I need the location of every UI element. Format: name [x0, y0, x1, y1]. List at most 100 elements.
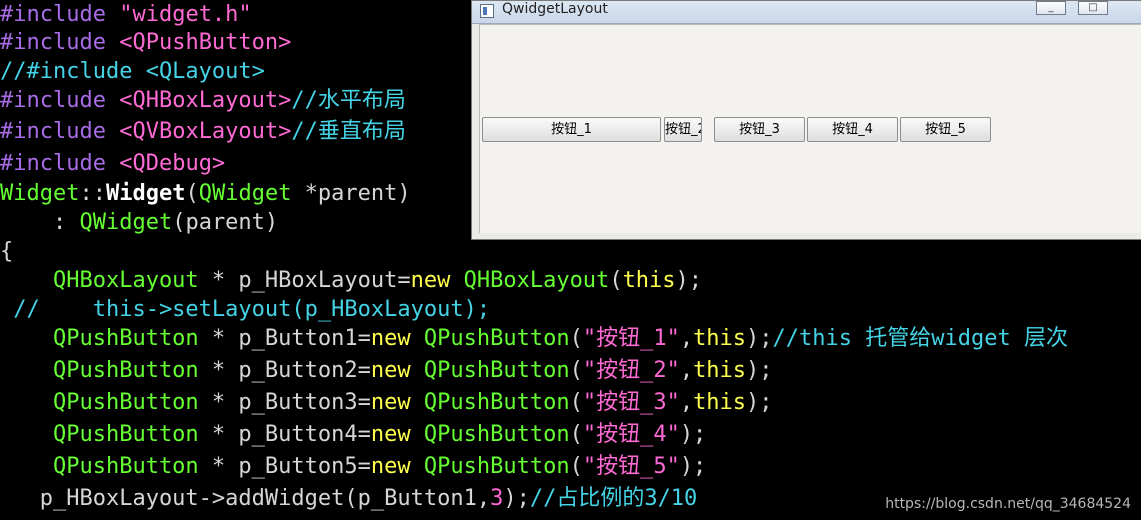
token: * p_Button1= [198, 326, 371, 351]
token: QPushButton [410, 358, 570, 383]
app-icon [480, 4, 494, 18]
token: new [410, 268, 451, 293]
token: ( [569, 422, 583, 447]
token: ( [569, 358, 583, 383]
token: ); [746, 326, 773, 351]
token: this [693, 358, 747, 383]
token: #include [0, 151, 120, 176]
client-area: 按钮_1 按钮_2 按钮_3 按钮_4 按钮_5 [479, 24, 1141, 233]
token: p_HBoxLayout->addWidget(p_Button1, [0, 486, 491, 511]
code-line-7: Widget::Widget(QWidget *parent) [0, 179, 411, 209]
token: #include [0, 88, 120, 113]
maximize-button[interactable]: □ [1078, 1, 1108, 15]
code-line-5: #include <QVBoxLayout>//垂直布局 [0, 117, 406, 147]
token: new [370, 390, 411, 415]
code-line-13: QPushButton * p_Button2=new QPushButton(… [0, 356, 773, 386]
code-line-11: // this->setLayout(p_HBoxLayout); [0, 295, 490, 325]
button-4[interactable]: 按钮_4 [807, 117, 898, 142]
token: , [679, 326, 694, 351]
code-line-15: QPushButton * p_Button4=new QPushButton(… [0, 420, 706, 450]
token: * p_Button4= [198, 422, 371, 447]
code-line-3: //#include <QLayout> [0, 57, 265, 87]
token: QPushButton [0, 358, 199, 383]
token: Widget [0, 181, 80, 206]
token: ); [679, 454, 707, 479]
token: new [370, 358, 411, 383]
code-line-17: p_HBoxLayout->addWidget(p_Button1,3);//占… [0, 484, 698, 514]
token: * p_Button3= [198, 390, 371, 415]
token: (parent) [172, 210, 279, 235]
token: QWidget [79, 210, 173, 235]
token: :: [79, 181, 106, 206]
token: ( [185, 181, 199, 206]
token: QPushButton [0, 390, 199, 415]
token: , [679, 390, 694, 415]
token: QPushButton [410, 326, 570, 351]
window-title: QwidgetLayout [502, 1, 608, 17]
token: ); [746, 358, 773, 383]
token: <QHBoxLayout> [119, 88, 292, 113]
token: * p_Button5= [198, 454, 371, 479]
token: this [693, 390, 747, 415]
token: , [679, 358, 694, 383]
minimize-button[interactable]: _ [1036, 1, 1066, 15]
token: QPushButton [410, 454, 570, 479]
token: #include [0, 119, 120, 144]
token: new [370, 326, 411, 351]
token: this [622, 268, 676, 293]
token: //垂直布局 [291, 119, 406, 144]
token: //水平布局 [291, 88, 406, 113]
token: "按钮_4" [582, 422, 680, 447]
button-1[interactable]: 按钮_1 [482, 117, 661, 142]
token: ( [569, 454, 583, 479]
token: QHBoxLayout [0, 268, 199, 293]
code-line-9: { [0, 237, 13, 267]
code-line-2: #include <QPushButton> [0, 28, 291, 58]
token: "按钮_3" [582, 390, 680, 415]
token: #include [0, 2, 120, 27]
code-line-14: QPushButton * p_Button3=new QPushButton(… [0, 388, 773, 418]
token: ( [569, 390, 583, 415]
token: * p_Button2= [198, 358, 371, 383]
qt-window: QwidgetLayout _ □ 按钮_1 按钮_2 按钮_3 按钮_4 按钮… [471, 0, 1141, 240]
token: <QVBoxLayout> [119, 119, 292, 144]
token: "widget.h" [119, 2, 252, 27]
code-line-1: #include "widget.h" [0, 0, 252, 30]
token: // this->setLayout(p_HBoxLayout); [0, 297, 491, 322]
token: //this 托管给widget 层次 [772, 326, 1068, 351]
button-5[interactable]: 按钮_5 [900, 117, 991, 142]
token: "按钮_1" [582, 326, 680, 351]
token: <QDebug> [119, 151, 226, 176]
token: ); [675, 268, 703, 293]
token: new [370, 422, 411, 447]
token: { [0, 239, 14, 264]
token: ); [503, 486, 530, 511]
button-3[interactable]: 按钮_3 [714, 117, 805, 142]
token: QPushButton [410, 390, 570, 415]
token: new [370, 454, 411, 479]
token: ( [569, 326, 583, 351]
token: QPushButton [0, 422, 199, 447]
watermark: https://blog.csdn.net/qq_34684524 [885, 496, 1131, 512]
token: * p_HBoxLayout= [198, 268, 411, 293]
token: #include [0, 30, 120, 55]
token: Widget [105, 181, 186, 206]
title-bar[interactable]: QwidgetLayout _ □ [472, 1, 1141, 24]
token: QPushButton [410, 422, 570, 447]
button-2[interactable]: 按钮_2 [664, 117, 702, 142]
token: *parent) [291, 181, 411, 206]
token: QWidget [198, 181, 292, 206]
code-line-8: : QWidget(parent) [0, 208, 278, 238]
code-line-4: #include <QHBoxLayout>//水平布局 [0, 86, 406, 116]
token: <QPushButton> [119, 30, 292, 55]
code-line-12: QPushButton * p_Button1=new QPushButton(… [0, 324, 1068, 354]
token: QPushButton [0, 454, 199, 479]
token: ( [609, 268, 623, 293]
token: //#include <QLayout> [0, 59, 265, 84]
token: : [0, 210, 80, 235]
token: QHBoxLayout [450, 268, 610, 293]
code-line-10: QHBoxLayout * p_HBoxLayout=new QHBoxLayo… [0, 266, 702, 296]
code-line-16: QPushButton * p_Button5=new QPushButton(… [0, 452, 706, 482]
token: ); [746, 390, 773, 415]
token: ); [679, 422, 707, 447]
